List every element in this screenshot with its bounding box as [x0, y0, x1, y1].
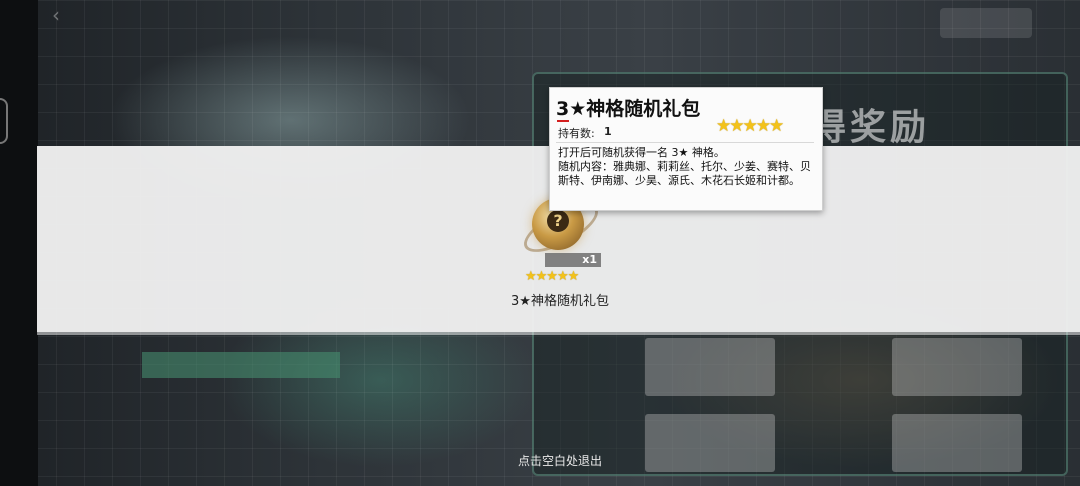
- background-card: [892, 338, 1022, 396]
- description-line: 随机内容：雅典娜、莉莉丝、托尔、少姜、赛特、贝斯特、伊南娜、少昊、源氏、木花石长…: [558, 160, 811, 187]
- currency-display: [940, 8, 1032, 38]
- tooltip-divider: [556, 142, 814, 143]
- description-line: 打开后可随机获得一名 3★ 神格。: [558, 146, 725, 159]
- tap-to-exit-hint[interactable]: 点击空白处退出: [460, 452, 660, 469]
- item-star-rating: ★★★★★: [525, 269, 579, 284]
- item-quantity: x1: [545, 253, 601, 267]
- background-panel-title: 得奖励: [810, 107, 931, 148]
- left-edge-bar: [0, 0, 38, 486]
- item-tooltip: 3★神格随机礼包 持有数: 1 ★★★★★ 打开后可随机获得一名 3★ 神格。 …: [549, 87, 823, 211]
- background-card: [892, 414, 1022, 472]
- tooltip-description: 打开后可随机获得一名 3★ 神格。 随机内容：雅典娜、莉莉丝、托尔、少姜、赛特、…: [558, 146, 814, 188]
- background-banner: [142, 352, 340, 378]
- background-card: [645, 338, 775, 396]
- question-mark-icon: ?: [547, 210, 569, 232]
- tooltip-accent-line: [557, 120, 569, 122]
- back-arrow-icon: ‹: [52, 3, 60, 27]
- tooltip-star-rating: ★★★★★: [716, 116, 784, 136]
- owned-count: 1: [604, 125, 612, 138]
- tooltip-title: 3★神格随机礼包: [556, 98, 701, 120]
- screen-notch: [0, 98, 8, 144]
- background-card: [645, 414, 775, 472]
- item-name: 3★神格随机礼包: [511, 294, 609, 309]
- owned-label: 持有数:: [558, 127, 595, 140]
